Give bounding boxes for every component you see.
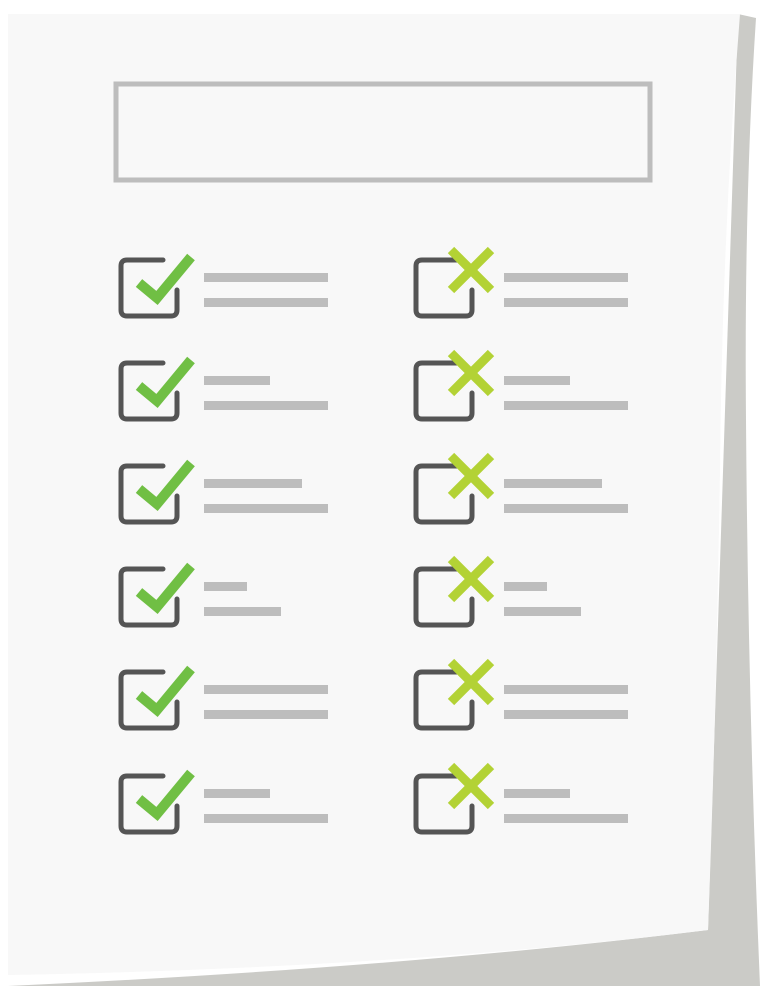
text-placeholder-line bbox=[204, 814, 328, 823]
text-placeholder-line bbox=[204, 685, 328, 694]
text-placeholder-line bbox=[504, 376, 570, 385]
text-placeholder-line bbox=[504, 582, 547, 591]
text-placeholder-line bbox=[504, 789, 570, 798]
text-placeholder-line bbox=[204, 710, 328, 719]
text-placeholder-line bbox=[504, 685, 628, 694]
text-placeholder-line bbox=[204, 479, 302, 488]
text-placeholder-line bbox=[504, 298, 628, 307]
text-placeholder-line bbox=[204, 376, 270, 385]
text-placeholder-line bbox=[504, 504, 628, 513]
text-placeholder-line bbox=[204, 298, 328, 307]
text-placeholder-line bbox=[504, 479, 602, 488]
text-placeholder-line bbox=[504, 710, 628, 719]
text-placeholder-line bbox=[504, 273, 628, 282]
text-placeholder-line bbox=[204, 273, 328, 282]
text-placeholder-line bbox=[204, 582, 247, 591]
text-placeholder-line bbox=[204, 504, 328, 513]
text-placeholder-line bbox=[504, 814, 628, 823]
text-placeholder-line bbox=[204, 401, 328, 410]
text-placeholder-line bbox=[204, 607, 281, 616]
text-placeholder-line bbox=[504, 607, 581, 616]
checklist-document-illustration bbox=[8, 14, 760, 986]
text-placeholder-line bbox=[204, 789, 270, 798]
text-placeholder-line bbox=[504, 401, 628, 410]
